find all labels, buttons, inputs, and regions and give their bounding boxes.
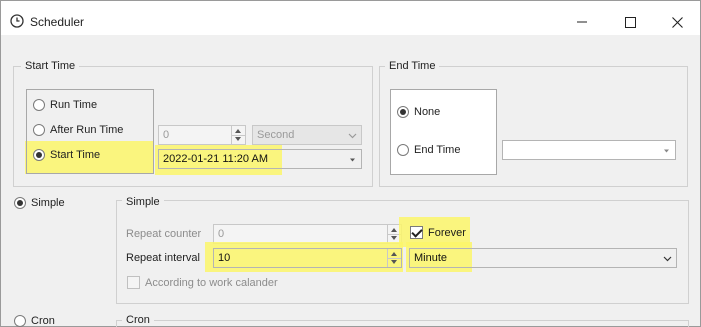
end-time-options-box [390, 89, 497, 175]
cron-mode-label: Cron [31, 315, 55, 327]
window-title: Scheduler [30, 15, 85, 29]
none-radio[interactable]: None [397, 106, 440, 118]
end-time-radio-dot [397, 144, 409, 156]
cron-mode-radio-dot [14, 315, 26, 327]
repeat-counter-label: Repeat counter [126, 228, 202, 240]
repeat-interval-unit-combo[interactable]: Minute [409, 248, 677, 268]
run-time-radio[interactable]: Run Time [33, 99, 97, 111]
cron-group [116, 320, 689, 327]
end-datetime-combo[interactable] [502, 140, 676, 160]
forever-checkbox-box [410, 226, 423, 239]
cron-group-title: Cron [122, 314, 154, 326]
repeat-counter-value: 0 [218, 228, 225, 240]
start-time-group-title: Start Time [21, 60, 80, 72]
chevron-down-icon [663, 256, 672, 262]
start-time-radio-dot [33, 149, 45, 161]
minimize-icon [577, 21, 587, 23]
run-time-label: Run Time [50, 99, 98, 111]
simple-mode-radio[interactable]: Simple [14, 197, 65, 209]
run-time-radio-dot [33, 99, 45, 111]
end-time-radio[interactable]: End Time [397, 144, 460, 156]
cron-mode-radio[interactable]: Cron [14, 315, 55, 327]
scheduler-window: Scheduler Start Time Run Time After Run … [0, 0, 701, 327]
start-datetime-value: 2022-01-21 11:20 AM [163, 153, 268, 165]
start-time-label: Start Time [50, 149, 101, 161]
after-run-time-unit-combo[interactable]: Second [252, 125, 362, 145]
simple-mode-radio-dot [14, 197, 26, 209]
title-bar: Scheduler [1, 1, 700, 35]
repeat-interval-unit: Minute [414, 252, 448, 264]
after-run-time-unit: Second [257, 129, 295, 141]
maximize-button[interactable] [610, 9, 650, 35]
repeat-interval-spinner[interactable]: 10 [213, 248, 402, 268]
maximize-icon [624, 16, 636, 28]
repeat-interval-spin-buttons[interactable] [387, 249, 401, 267]
start-time-radio[interactable]: Start Time [33, 149, 100, 161]
end-time-label: End Time [414, 144, 461, 156]
after-run-time-radio-dot [33, 124, 45, 136]
after-run-time-spin-buttons[interactable] [231, 126, 245, 144]
work-calendar-checkbox[interactable]: According to work calander [127, 276, 278, 289]
caret-down-icon [664, 149, 669, 153]
start-datetime-combo[interactable]: 2022-01-21 11:20 AM [158, 149, 362, 169]
caret-down-icon [350, 158, 355, 162]
none-label: None [414, 106, 441, 118]
repeat-interval-value: 10 [218, 252, 231, 264]
none-radio-dot [397, 106, 409, 118]
work-calendar-label: According to work calander [145, 276, 278, 289]
minimize-button[interactable] [562, 9, 602, 35]
end-time-group-title: End Time [385, 60, 440, 72]
after-run-time-radio[interactable]: After Run Time [33, 124, 123, 136]
simple-group-title: Simple [122, 196, 164, 208]
work-calendar-checkbox-box [127, 276, 140, 289]
after-run-time-value: 0 [163, 129, 170, 141]
repeat-interval-label: Repeat interval [126, 252, 200, 264]
clock-icon [10, 14, 24, 28]
chevron-down-icon [348, 133, 357, 139]
simple-mode-label: Simple [31, 197, 65, 209]
close-button[interactable] [657, 9, 697, 35]
forever-label: Forever [428, 226, 466, 239]
close-icon [671, 16, 683, 28]
forever-checkbox[interactable]: Forever [410, 226, 466, 239]
after-run-time-label: After Run Time [50, 124, 124, 136]
repeat-counter-spinner[interactable]: 0 [213, 224, 402, 244]
after-run-time-value-spinner[interactable]: 0 [158, 125, 246, 145]
